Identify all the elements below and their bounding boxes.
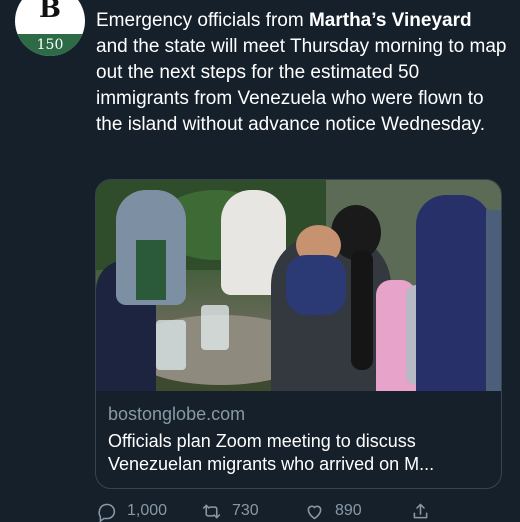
- card-image: [96, 180, 501, 391]
- tweet-text-bold: Martha’s Vineyard: [308, 10, 472, 31]
- logo-number: 150: [36, 37, 64, 53]
- reply-count: 1,000: [127, 502, 168, 519]
- card-title-line1: Officials plan Zoom meeting to discuss: [108, 431, 416, 451]
- card-body: bostonglobe.com Officials plan Zoom meet…: [96, 391, 501, 476]
- tweet-text-part1: Emergency officials from: [96, 10, 309, 31]
- retweet-button[interactable]: 730: [201, 500, 259, 522]
- retweet-icon: [202, 504, 221, 518]
- like-icon: [307, 505, 322, 519]
- share-button[interactable]: [410, 500, 441, 522]
- reply-icon: [98, 503, 116, 522]
- card-domain: bostonglobe.com: [108, 404, 246, 424]
- tweet-text-part2: and the state will meet Thursday morning…: [96, 36, 507, 135]
- tweet-actions: 1,000 730 890: [96, 500, 520, 522]
- card-title-line2: Venezuelan migrants who arrived on M...: [108, 454, 435, 474]
- share-icon: [413, 503, 428, 518]
- link-card[interactable]: bostonglobe.com Officials plan Zoom meet…: [95, 179, 502, 489]
- avatar[interactable]: B 150: [15, 0, 85, 56]
- reply-button[interactable]: 1,000: [96, 500, 167, 522]
- like-button[interactable]: 890: [304, 500, 362, 522]
- like-count: 890: [335, 502, 362, 519]
- tweet-text: Emergency officials from Martha’s Vineya…: [96, 8, 508, 138]
- logo-letter: B: [39, 0, 61, 24]
- retweet-count: 730: [232, 502, 259, 519]
